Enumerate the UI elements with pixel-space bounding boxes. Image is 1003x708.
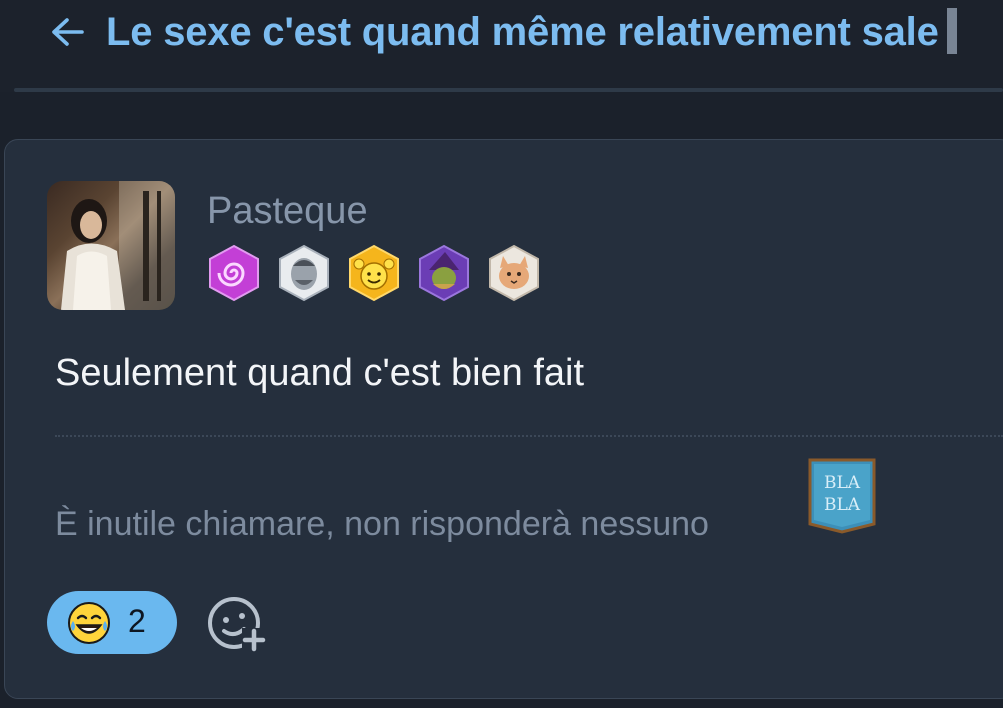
back-button[interactable] — [50, 12, 86, 52]
add-reaction-icon[interactable] — [206, 596, 268, 652]
header-divider — [14, 88, 1003, 92]
arrow-left-icon — [52, 18, 84, 46]
post-message: Seulement quand c'est bien fait — [55, 352, 585, 394]
man-face-badge-icon[interactable] — [275, 244, 333, 302]
post-signature: È inutile chiamare, non risponderà nessu… — [55, 505, 709, 543]
spiral-badge-icon[interactable] — [205, 244, 263, 302]
avatar[interactable] — [47, 181, 175, 310]
page-title: Le sexe c'est quand même relativement sa… — [106, 10, 939, 54]
reaction-button[interactable] — [47, 591, 177, 654]
avatar-image — [61, 181, 175, 310]
bla-text-1: BLA — [824, 473, 861, 493]
badge-list — [205, 244, 543, 302]
bla-text-2: BLA — [824, 495, 861, 515]
bla-bla-badge-icon: BLA BLA — [808, 458, 876, 534]
top-bar: Le sexe c'est quand même relativement sa… — [0, 0, 1003, 92]
reaction-count: 2 — [128, 603, 146, 639]
scroll-indicator — [947, 8, 957, 54]
username[interactable]: Pasteque — [207, 190, 368, 233]
wizard-badge-icon[interactable] — [415, 244, 473, 302]
signature-divider — [55, 435, 1003, 437]
cat-badge-icon[interactable] — [485, 244, 543, 302]
smiley-hands-badge-icon[interactable] — [345, 244, 403, 302]
laughing-tears-icon — [68, 602, 110, 644]
